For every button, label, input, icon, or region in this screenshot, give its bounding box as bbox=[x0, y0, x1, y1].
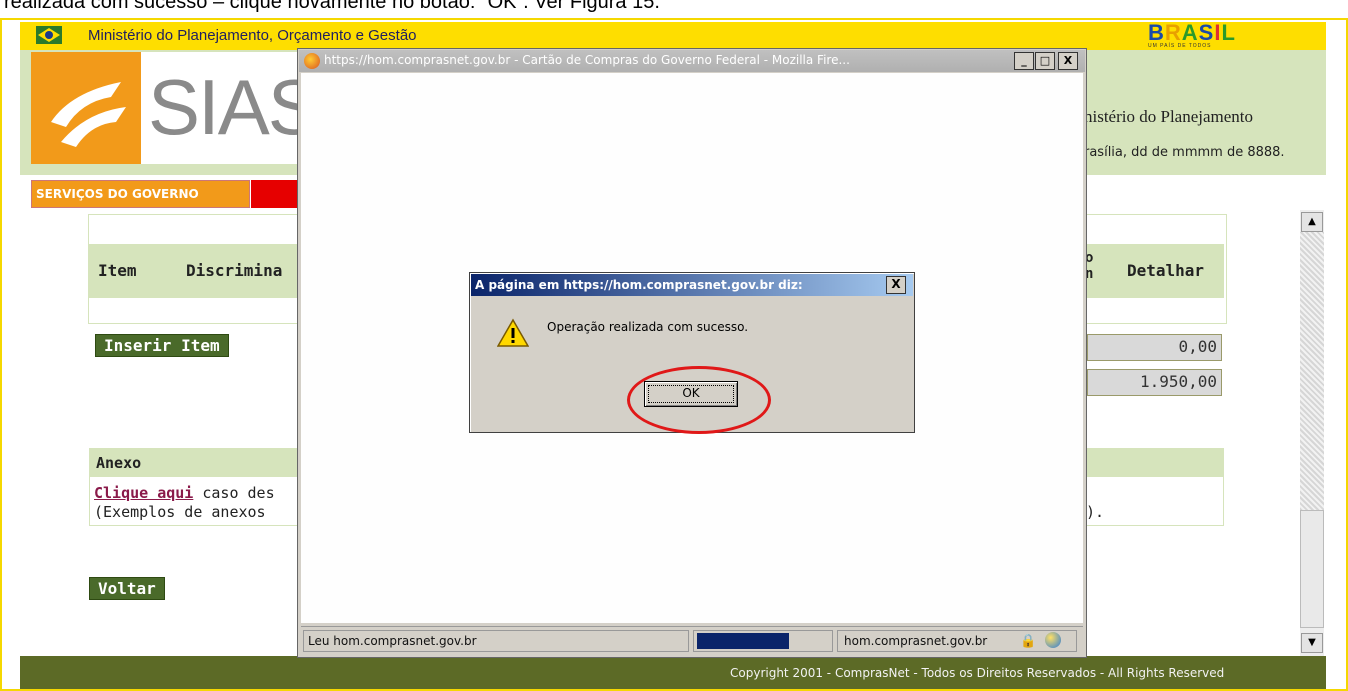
anexo-line-1: Clique aqui caso des bbox=[94, 484, 275, 502]
warning-icon bbox=[497, 318, 529, 347]
alert-message: Operação realizada com sucesso. bbox=[547, 320, 749, 334]
balance-value-field: 1.950,00 bbox=[1087, 369, 1222, 396]
back-button[interactable]: Voltar bbox=[89, 577, 165, 600]
insert-item-button[interactable]: Inserir Item bbox=[95, 334, 229, 357]
highlight-circle bbox=[627, 366, 771, 434]
anexo-title: Anexo bbox=[96, 454, 142, 472]
brasil-slogan: UM PAÍS DE TODOS bbox=[1148, 43, 1212, 49]
header-date: rasília, dd de mmmm de 8888. bbox=[1084, 145, 1285, 160]
lock-icon: 🔒 bbox=[1020, 634, 1037, 649]
menu-servicos[interactable]: SERVIÇOS DO GOVERNO bbox=[31, 180, 250, 208]
siasg-logo-icon bbox=[31, 52, 141, 164]
menu-red-tab[interactable] bbox=[251, 180, 299, 208]
scroll-up-icon[interactable]: ▲ bbox=[1301, 212, 1323, 232]
menu-servicos-label: SERVIÇOS DO GOVERNO bbox=[36, 187, 199, 201]
brasil-logo: BRASIL UM PAÍS DE TODOS bbox=[1148, 22, 1266, 50]
column-header-detalhar: Detalhar bbox=[1127, 261, 1205, 280]
status-host: hom.comprasnet.gov.br bbox=[837, 630, 1077, 652]
column-header-discriminacao: Discrimina bbox=[186, 261, 283, 280]
alert-close-button[interactable]: X bbox=[886, 276, 906, 294]
brazil-flag-icon bbox=[36, 26, 62, 44]
document-caption: realizada com sucesso – clique novamente… bbox=[0, 0, 1348, 18]
scrollbar-track[interactable] bbox=[1300, 232, 1324, 510]
ministry-name: nistério do Planejamento bbox=[1084, 107, 1254, 126]
click-here-link[interactable]: Clique aqui bbox=[94, 484, 193, 502]
ministry-title[interactable]: Ministério do Planejamento, Orçamento e … bbox=[88, 27, 417, 44]
status-text: Leu hom.comprasnet.gov.br bbox=[303, 630, 689, 652]
siasg-logo-text: SIAS bbox=[148, 63, 320, 151]
minimize-button[interactable]: _ bbox=[1014, 52, 1034, 70]
maximize-button[interactable]: □ bbox=[1035, 52, 1055, 70]
column-header-item: Item bbox=[98, 261, 137, 280]
alert-title: A página em https://hom.comprasnet.gov.b… bbox=[475, 278, 803, 292]
copyright-text: Copyright 2001 - ComprasNet - Todos os D… bbox=[730, 666, 1225, 680]
anexo-line-1-text: caso des bbox=[193, 484, 275, 502]
popup-title: https://hom.comprasnet.gov.br - Cartão d… bbox=[324, 53, 850, 67]
total-value-field: 0,00 bbox=[1087, 334, 1222, 361]
firefox-icon bbox=[304, 53, 320, 69]
progress-bar-fill bbox=[697, 633, 789, 649]
caption-text: realizada com sucesso – clique novamente… bbox=[4, 0, 660, 13]
anexo-line-2: (Exemplos de anexos bbox=[94, 503, 266, 521]
scroll-down-icon[interactable]: ▼ bbox=[1301, 633, 1323, 653]
close-window-button[interactable]: X bbox=[1058, 52, 1078, 70]
anexo-line-2-end: ). bbox=[1086, 503, 1105, 521]
scrollbar-thumb[interactable] bbox=[1300, 510, 1324, 628]
globe-icon bbox=[1045, 632, 1061, 648]
